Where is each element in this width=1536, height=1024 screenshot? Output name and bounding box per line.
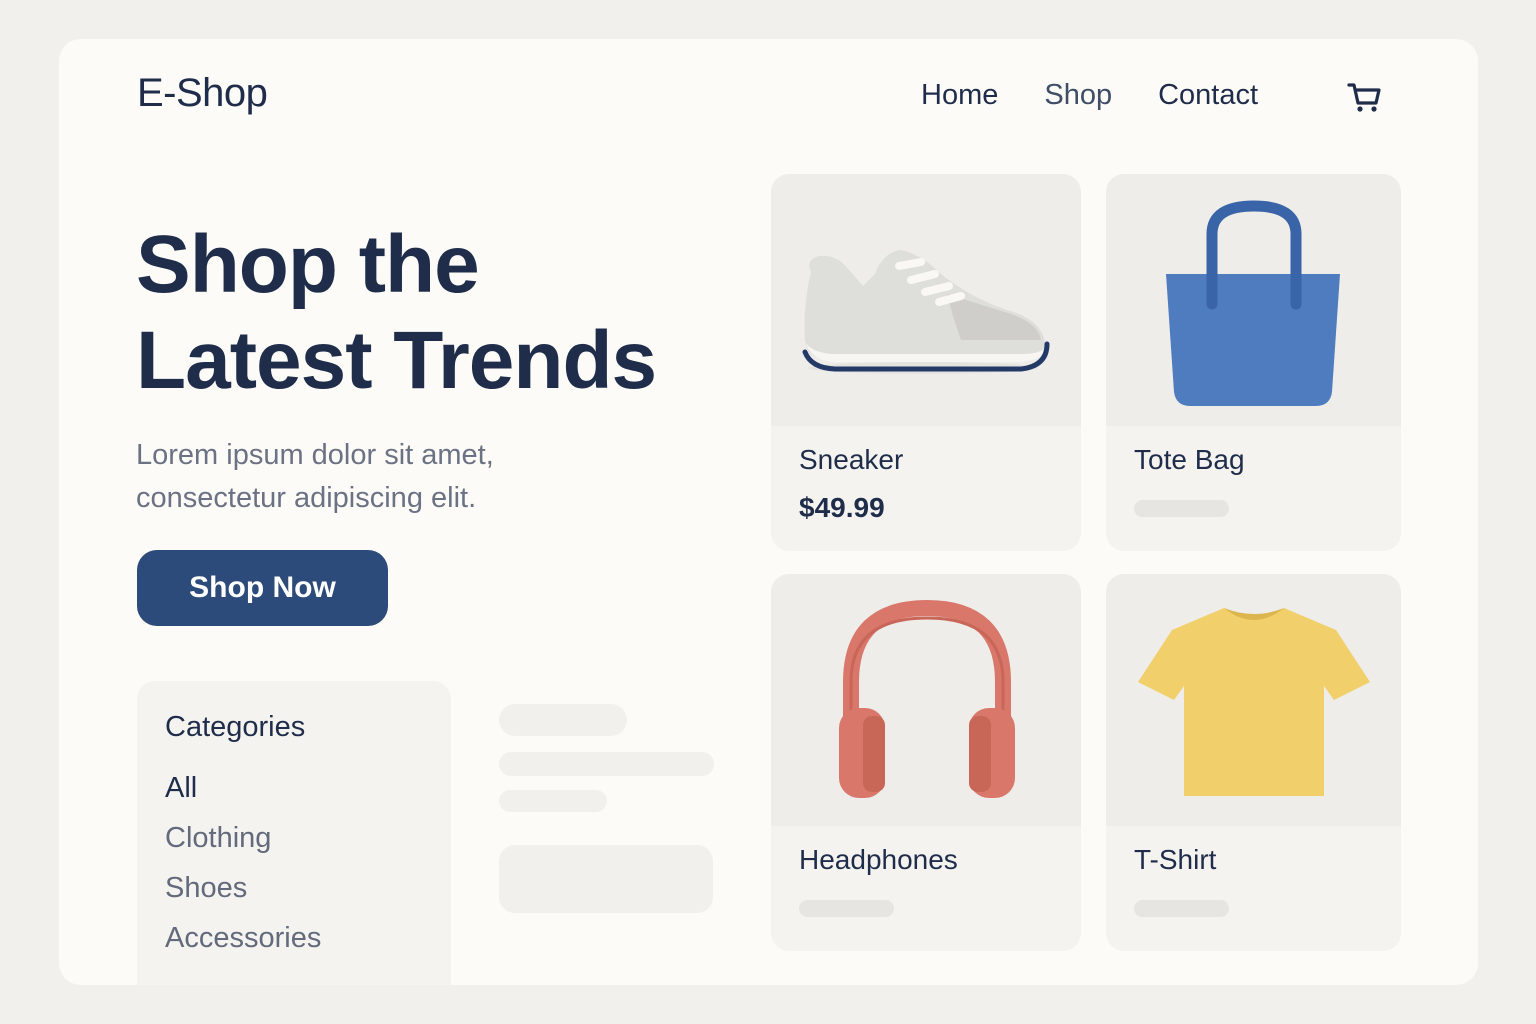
product-card-headphones[interactable]: Headphones [771,574,1081,951]
shopping-cart-icon[interactable] [1345,77,1385,117]
skeleton-line [499,790,607,812]
hero-subtitle-line2: consectetur adipiscing elit. [136,482,477,514]
nav-home-link[interactable]: Home [921,79,998,112]
nav-contact-link[interactable]: Contact [1158,79,1258,112]
product-name: Headphones [799,844,958,875]
main-nav: Home Shop Contact [921,79,1258,112]
headphones-icon [771,574,1081,826]
product-name: Sneaker [799,444,904,475]
product-card-tote-bag[interactable]: Tote Bag [1106,174,1401,551]
price-placeholder [1134,500,1229,517]
price-placeholder [799,900,894,917]
categories-title: Categories [165,711,306,743]
skeleton-line [499,704,627,736]
product-name: Tote Bag [1134,444,1245,475]
sneaker-icon [771,174,1081,426]
tote-bag-icon [1106,174,1401,426]
product-card-sneaker[interactable]: Sneaker $49.99 [771,174,1081,551]
skeleton-block [499,845,713,913]
shop-now-button[interactable]: Shop Now [137,550,388,626]
hero-subtitle-line1: Lorem ipsum dolor sit amet, [136,439,494,471]
hero-subtitle: Lorem ipsum dolor sit amet, consectetur … [136,434,596,520]
skeleton-line [499,752,714,776]
nav-shop-link[interactable]: Shop [1044,79,1112,112]
price-placeholder [1134,900,1229,917]
categories-list: All Clothing Shoes Accessories [165,771,321,971]
logo[interactable]: E-Shop [137,71,268,116]
category-clothing[interactable]: Clothing [165,821,321,871]
category-all[interactable]: All [165,771,321,821]
categories-panel: Categories All Clothing Shoes Accessorie… [137,681,451,985]
product-card-t-shirt[interactable]: T-Shirt [1106,574,1401,951]
hero-title-line2: Latest Trends [136,315,657,406]
t-shirt-icon [1106,574,1401,826]
hero-title-line1: Shop the [136,219,480,310]
hero-title: Shop the Latest Trends [136,217,657,409]
page-container: E-Shop Home Shop Contact Shop the Latest… [59,39,1478,985]
category-shoes[interactable]: Shoes [165,871,321,921]
product-name: T-Shirt [1134,844,1217,875]
category-accessories[interactable]: Accessories [165,921,321,971]
product-price: $49.99 [799,492,885,523]
